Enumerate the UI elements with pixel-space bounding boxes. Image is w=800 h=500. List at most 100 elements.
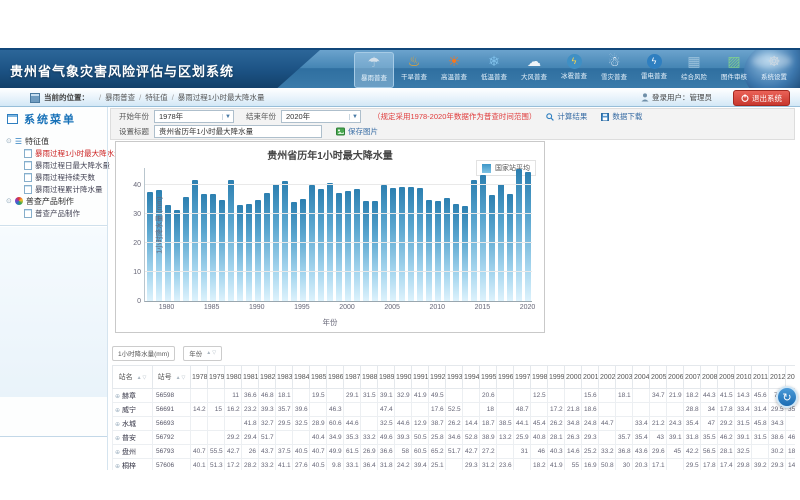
column-header-year-1981[interactable]: 1981 xyxy=(242,366,259,389)
column-header-year-1984[interactable]: 1984 xyxy=(293,366,310,389)
sidebar-item-暴雨过程持续天数[interactable]: 暴雨过程持续天数 xyxy=(0,171,107,183)
breadcrumb-part[interactable]: 特征值 xyxy=(145,92,168,103)
column-header-label: 站名 xyxy=(119,374,133,381)
toolbar-item-lightning[interactable]: ϟ雷电普查 xyxy=(634,52,674,88)
floating-refresh-button[interactable]: ↻ xyxy=(776,386,798,408)
sort-asc-icon[interactable]: ▲ xyxy=(137,375,142,381)
value-cell-2007: 42.2 xyxy=(684,445,701,459)
column-header-station-name[interactable]: 站名 ▲▽ xyxy=(113,366,153,389)
toolbar-item-snow[interactable]: ☃雪灾普查 xyxy=(594,52,634,88)
y-tick-label: 10 xyxy=(133,269,141,276)
x-tick-label: 2015 xyxy=(475,304,491,311)
column-header-year-2004[interactable]: 2004 xyxy=(633,366,650,389)
column-header-year-1987[interactable]: 1987 xyxy=(344,366,361,389)
column-header-year-1986[interactable]: 1986 xyxy=(327,366,344,389)
column-header-year-1983[interactable]: 1983 xyxy=(276,366,293,389)
toolbar-item-calculator[interactable]: ▦综合风险 xyxy=(674,52,714,88)
row-expand-icon[interactable]: ⊕ xyxy=(115,422,120,428)
calc-result-button[interactable]: 计算结果 xyxy=(546,111,587,122)
column-header-year-1979[interactable]: 1979 xyxy=(208,366,225,389)
sidebar-item-暴雨过程1小时最大降水量[interactable]: 暴雨过程1小时最大降水量 xyxy=(0,147,107,159)
value-cell-2002: 44.7 xyxy=(599,417,616,431)
year-sort-control[interactable]: 年份 ▲ ▽ xyxy=(183,346,222,361)
column-header-year-2000[interactable]: 2000 xyxy=(565,366,582,389)
breadcrumb-separator: / xyxy=(139,93,141,102)
column-header-year-2002[interactable]: 2002 xyxy=(599,366,616,389)
breadcrumb-part[interactable]: 暴雨普查 xyxy=(105,92,135,103)
column-header-year-1991[interactable]: 1991 xyxy=(412,366,429,389)
collapse-toggle-icon[interactable]: ⊙ xyxy=(6,197,12,205)
column-header-year-1989[interactable]: 1989 xyxy=(378,366,395,389)
row-expand-icon[interactable]: ⊕ xyxy=(115,436,120,442)
column-header-year-1999[interactable]: 1999 xyxy=(548,366,565,389)
column-header-year-2011[interactable]: 2011 xyxy=(752,366,769,389)
toolbar-item-rain[interactable]: ☂暴雨普查 xyxy=(354,52,394,88)
column-header-year-2007[interactable]: 2007 xyxy=(684,366,701,389)
value-cell-2011: 31.4 xyxy=(752,403,769,417)
column-header-year-2012[interactable]: 2012 xyxy=(769,366,786,389)
sort-asc-icon[interactable]: ▲ xyxy=(176,375,181,381)
toolbar-item-settings[interactable]: ☸系统设置 xyxy=(754,52,794,88)
toolbar-item-wind[interactable]: ☁大风普查 xyxy=(514,52,554,88)
toolbar-item-map[interactable]: ▨图件审核 xyxy=(714,52,754,88)
metric-selector[interactable]: 1小时降水量(mm) xyxy=(112,346,175,361)
row-expand-icon[interactable]: ⊕ xyxy=(115,464,120,470)
column-header-year-1997[interactable]: 1997 xyxy=(514,366,531,389)
value-cell-1982: 51.7 xyxy=(259,431,276,445)
sort-desc-icon[interactable]: ▽ xyxy=(182,375,186,381)
collapse-toggle-icon[interactable]: ⊙ xyxy=(6,137,12,145)
data-download-button[interactable]: 数据下载 xyxy=(601,111,642,122)
row-expand-icon[interactable]: ⊕ xyxy=(115,408,120,414)
bar-slot-1993 xyxy=(280,168,289,301)
column-header-year-2009[interactable]: 2009 xyxy=(718,366,735,389)
value-cell-1982: 33.2 xyxy=(259,459,276,471)
column-header-year-1996[interactable]: 1996 xyxy=(497,366,514,389)
sort-desc-icon[interactable]: ▽ xyxy=(212,350,216,356)
end-year-select[interactable]: 2020年 ▼ xyxy=(281,110,361,123)
sort-asc-icon[interactable]: ▲ xyxy=(206,350,211,356)
column-header-year-1985[interactable]: 1985 xyxy=(310,366,327,389)
save-image-button[interactable]: 保存图片 xyxy=(336,126,378,137)
column-header-year-1990[interactable]: 1990 xyxy=(395,366,412,389)
start-year-select[interactable]: 1978年 ▼ xyxy=(154,110,234,123)
column-header-year-2005[interactable]: 2005 xyxy=(650,366,667,389)
column-header-year-1998[interactable]: 1998 xyxy=(531,366,548,389)
sidebar-item-暴雨过程日最大降水量[interactable]: 暴雨过程日最大降水量 xyxy=(0,159,107,171)
column-header-year-1982[interactable]: 1982 xyxy=(259,366,276,389)
logout-button[interactable]: 退出系统 xyxy=(733,90,790,106)
column-header-year-2006[interactable]: 2006 xyxy=(667,366,684,389)
toolbar-item-low-temp[interactable]: ❄低温普查 xyxy=(474,52,514,88)
bar-slot-2009 xyxy=(424,168,433,301)
value-cell-1996 xyxy=(497,445,514,459)
sidebar-group-特征值[interactable]: ⊙☰特征值 xyxy=(0,135,107,147)
sort-desc-icon[interactable]: ▽ xyxy=(143,375,147,381)
chart-title-input[interactable]: 贵州省历年1小时最大降水量 xyxy=(154,125,322,138)
toolbar-item-drought[interactable]: ♨干旱普查 xyxy=(394,52,434,88)
column-header-year-1995[interactable]: 1995 xyxy=(480,366,497,389)
sidebar-group-普查产品制作[interactable]: ⊙普查产品制作 xyxy=(0,195,107,207)
column-header-station-id[interactable]: 站号▲▽ xyxy=(153,366,191,389)
column-header-year-2008[interactable]: 2008 xyxy=(701,366,718,389)
sidebar-item-普查产品制作[interactable]: 普查产品制作 xyxy=(0,207,107,219)
column-header-year-1992[interactable]: 1992 xyxy=(429,366,446,389)
row-expand-icon[interactable]: ⊕ xyxy=(115,394,120,400)
column-header-year-2001[interactable]: 2001 xyxy=(582,366,599,389)
breadcrumb-part[interactable]: 暴雨过程1小时最大降水量 xyxy=(178,92,265,103)
column-header-year-1978[interactable]: 1978 xyxy=(191,366,208,389)
value-cell-1986: 34.9 xyxy=(327,431,344,445)
column-header-year-1980[interactable]: 1980 xyxy=(225,366,242,389)
column-header-year-1993[interactable]: 1993 xyxy=(446,366,463,389)
column-header-year-2003[interactable]: 2003 xyxy=(616,366,633,389)
column-header-year-2010[interactable]: 2010 xyxy=(735,366,752,389)
sidebar-item-暴雨过程累计降水量[interactable]: 暴雨过程累计降水量 xyxy=(0,183,107,195)
set-title-label: 设置标题 xyxy=(119,126,149,137)
row-expand-icon[interactable]: ⊕ xyxy=(115,450,120,456)
column-header-year-1994[interactable]: 1994 xyxy=(463,366,480,389)
column-header-year-1988[interactable]: 1988 xyxy=(361,366,378,389)
breadcrumb-separator: / xyxy=(172,93,174,102)
value-cell-1987: 44.6 xyxy=(344,417,361,431)
toolbar-item-high-temp[interactable]: ☀高温普查 xyxy=(434,52,474,88)
bar-2007 xyxy=(408,187,414,301)
toolbar-item-hail[interactable]: ϟ冰雹普查 xyxy=(554,52,594,88)
value-cell-1997: 25.9 xyxy=(514,431,531,445)
